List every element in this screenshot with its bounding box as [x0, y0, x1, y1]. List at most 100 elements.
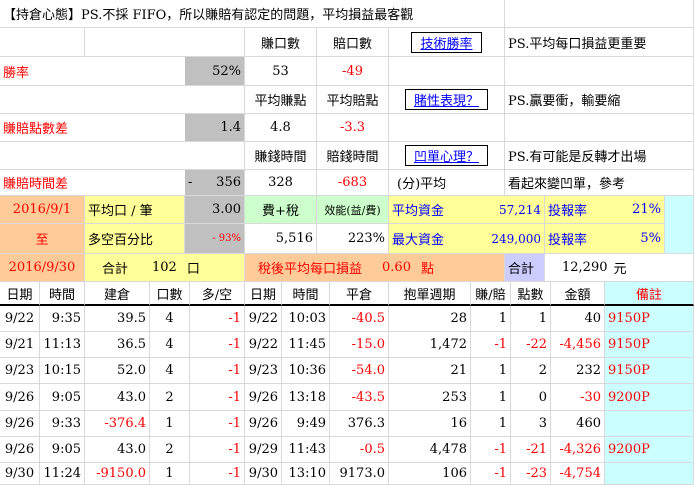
after-tax-value: 0.60	[382, 260, 411, 275]
efficiency-label: 效能(益/費)	[317, 196, 389, 224]
cell-amount: -30	[551, 384, 605, 411]
empty-cell	[0, 86, 245, 114]
link-holding-psych[interactable]: 凹單心理？	[389, 142, 505, 170]
cell-close-price: 9173.0	[330, 463, 389, 485]
empty-cell	[389, 114, 505, 142]
cell-open-price: -376.4	[85, 411, 150, 437]
header-close-price: 平倉	[330, 282, 389, 306]
cell-amount: -4,754	[551, 463, 605, 485]
cell-open-time: 11:13	[40, 332, 85, 358]
max-capital-label: 最大資金	[389, 224, 449, 254]
cell-close-date: 9/29	[245, 437, 282, 463]
cell-direction: -1	[190, 411, 245, 437]
cell-direction: -1	[190, 463, 245, 485]
win-count: 53	[245, 57, 317, 86]
win-time-label: 賺錢時間	[245, 142, 317, 170]
cell-open-price: 52.0	[85, 358, 150, 384]
spreadsheet: 【持倉心態】PS.不採 FIFO，所以賺賠有認定的問題，平均損益最客觀 賺口數 …	[0, 0, 694, 485]
end-date: 2016/9/30	[0, 254, 85, 282]
diff-points-value: 1.4	[185, 114, 245, 142]
cell-win-loss: 1	[471, 306, 511, 332]
avg-per-lot: 3.00	[185, 196, 245, 224]
avg-loss: -3.3	[317, 114, 389, 142]
link-technical-win-rate[interactable]: 技術勝率	[389, 28, 505, 57]
cell-open-date: 9/22	[0, 306, 40, 332]
cell-direction: -1	[190, 306, 245, 332]
cell-remark: 9150P	[605, 306, 694, 332]
cell-win-loss: -1	[471, 437, 511, 463]
total-amount: 12,290	[562, 260, 608, 275]
cell-win-loss: -1	[471, 463, 511, 485]
cell-points: 0	[511, 384, 551, 411]
note-3: PS.有可能是反轉才出場	[505, 142, 694, 170]
cell-lots: 1	[150, 411, 190, 437]
diff-time-value: 356	[216, 175, 241, 190]
empty-cell	[0, 28, 85, 57]
cell-amount: 460	[551, 411, 605, 437]
avg-capital: 57,214	[449, 196, 545, 224]
cell-close-time: 9:49	[282, 411, 330, 437]
cell-win-loss: 1	[471, 411, 511, 437]
cell-open-date: 9/30	[0, 463, 40, 485]
empty-cell	[505, 0, 694, 28]
header-open-price: 建倉	[85, 282, 150, 306]
empty-cell	[85, 28, 245, 57]
cell-close-time: 11:43	[282, 437, 330, 463]
win-count-label: 賺口數	[245, 28, 317, 57]
cell-remark: 9150P	[605, 332, 694, 358]
time-unit: (分)平均	[389, 170, 505, 196]
cell-amount: -4,456	[551, 332, 605, 358]
cell-open-date: 9/26	[0, 437, 40, 463]
header-open-time: 時間	[40, 282, 85, 306]
cell-close-time: 10:36	[282, 358, 330, 384]
roi-2: 5%	[615, 224, 665, 254]
cell-open-date: 9/21	[0, 332, 40, 358]
cell-holding-period: 16	[389, 411, 471, 437]
cell-direction: -1	[190, 332, 245, 358]
cell-open-price: 43.0	[85, 384, 150, 411]
avg-win: 4.8	[245, 114, 317, 142]
win-rate-value: 52%	[185, 57, 245, 86]
cell-win-loss: 1	[471, 358, 511, 384]
win-time: 328	[245, 170, 317, 196]
cell-lots: 1	[150, 463, 190, 485]
avg-win-label: 平均賺點	[245, 86, 317, 114]
cell-close-time: 10:03	[282, 306, 330, 332]
total-lots: 102	[152, 260, 177, 275]
roi-label-2: 投報率	[545, 224, 615, 254]
cell-amount: 232	[551, 358, 605, 384]
cell-close-time: 11:45	[282, 332, 330, 358]
roi-1: 21%	[615, 196, 665, 224]
efficiency: 223%	[317, 224, 389, 254]
empty-cell	[389, 57, 505, 86]
avg-loss-label: 平均賠點	[317, 86, 389, 114]
diff-time-label: 賺賠時間差	[0, 170, 185, 196]
currency: 元	[613, 262, 627, 277]
cell-close-price: -54.0	[330, 358, 389, 384]
cell-open-date: 9/26	[0, 411, 40, 437]
cell-open-price: -9150.0	[85, 463, 150, 485]
diff-time-sign: -	[188, 175, 193, 190]
cell-direction: -1	[190, 437, 245, 463]
note-1: PS.平均每口損益更重要	[505, 28, 694, 57]
cell-points: 3	[511, 411, 551, 437]
after-tax-label: 稅後平均每口損益	[258, 262, 363, 277]
header-direction: 多/空	[190, 282, 245, 306]
cell-open-date: 9/23	[0, 358, 40, 384]
pt-unit: 點	[420, 262, 434, 277]
cell-open-price: 36.5	[85, 332, 150, 358]
loss-time-label: 賠錢時間	[317, 142, 389, 170]
diff-points-label: 賺賠點數差	[0, 114, 185, 142]
cell-close-date: 9/22	[245, 306, 282, 332]
cell-close-date: 9/26	[245, 411, 282, 437]
cell-direction: -1	[190, 358, 245, 384]
header-holding-period: 抱單週期	[389, 282, 471, 306]
total-cell: 合計 102 口	[85, 254, 245, 282]
cell-holding-period: 4,478	[389, 437, 471, 463]
cell-direction: -1	[190, 384, 245, 411]
cell-lots: 2	[150, 437, 190, 463]
cell-lots: 4	[150, 358, 190, 384]
link-gambling[interactable]: 賭性表現？	[389, 86, 505, 114]
header-remark: 備註	[605, 282, 694, 306]
cell-amount: 40	[551, 306, 605, 332]
